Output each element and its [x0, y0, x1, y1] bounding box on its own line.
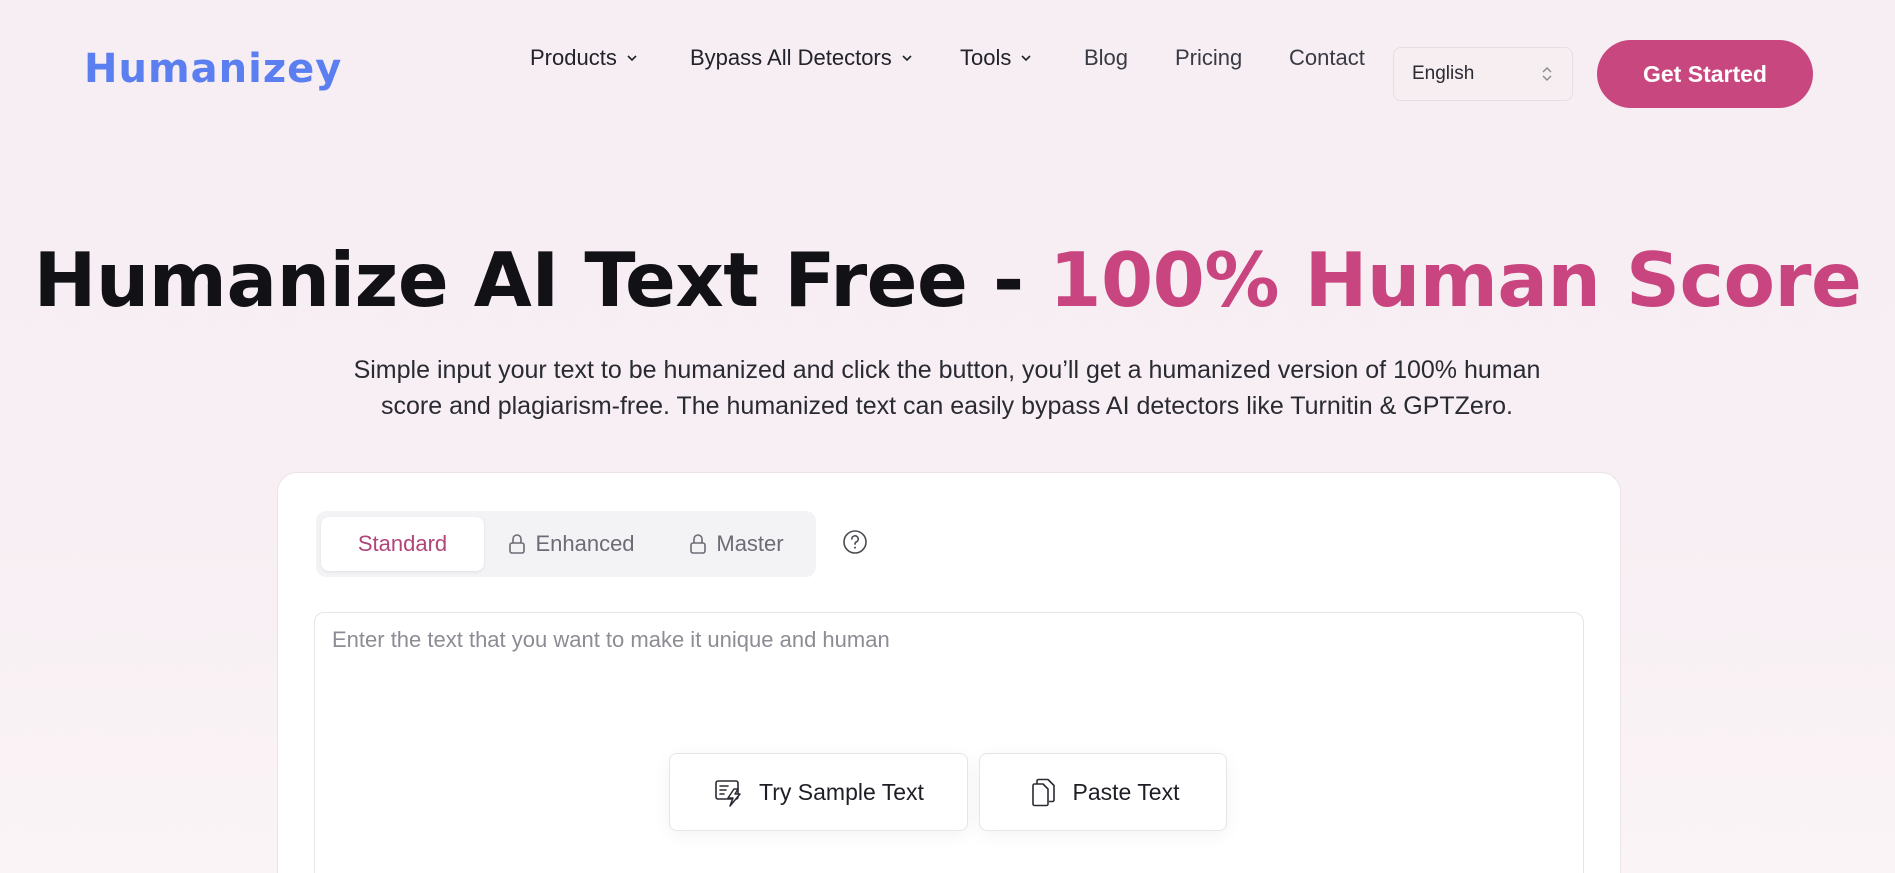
title-accent: 100% Human Score [1049, 236, 1862, 324]
mode-tabs: Standard Enhanced Master [316, 511, 816, 577]
logo[interactable]: Humanizey [84, 46, 342, 92]
tab-master[interactable]: Master [661, 517, 811, 571]
updown-chevron-icon [1542, 67, 1552, 81]
chevron-down-icon [902, 55, 912, 62]
chevron-down-icon [1021, 55, 1031, 62]
humanizer-card: Standard Enhanced Master Enter the text … [277, 472, 1621, 873]
language-select[interactable]: English [1393, 47, 1573, 101]
page-title: Humanize AI Text Free - 100% Human Score [0, 236, 1895, 324]
hero-subtitle: Simple input your text to be humanized a… [347, 352, 1547, 424]
title-main: Humanize AI Text Free - [33, 236, 1050, 324]
chevron-down-icon [627, 55, 637, 62]
nav-contact[interactable]: Contact [1289, 45, 1365, 71]
nav-bypass-detectors[interactable]: Bypass All Detectors [690, 45, 914, 71]
help-circle-icon[interactable] [842, 529, 868, 555]
tab-standard-label: Standard [357, 531, 448, 556]
nav-products-label: Products [530, 45, 617, 70]
nav-products[interactable]: Products [530, 45, 639, 71]
subtitle-line-2: score and plagiarism-free. The humanized… [380, 392, 1513, 420]
paste-text-button[interactable]: Paste Text [979, 753, 1227, 831]
try-sample-button[interactable]: Try Sample Text [669, 753, 968, 831]
sample-text-icon [715, 780, 741, 807]
tab-standard[interactable]: Standard [321, 517, 484, 571]
tab-enhanced-label: Enhanced [535, 531, 635, 556]
paste-text-label: Paste Text [1072, 778, 1180, 805]
try-sample-label: Try Sample Text [759, 778, 924, 805]
get-started-button[interactable]: Get Started [1597, 40, 1813, 108]
input-placeholder: Enter the text that you want to make it … [332, 627, 890, 652]
nav-tools-label: Tools [960, 45, 1012, 70]
tab-master-label: Master [716, 531, 784, 556]
lock-icon [509, 534, 526, 554]
lock-icon [690, 534, 707, 554]
tab-enhanced[interactable]: Enhanced [491, 517, 651, 571]
nav-blog[interactable]: Blog [1084, 45, 1128, 71]
copy-icon [1031, 778, 1055, 807]
nav-pricing[interactable]: Pricing [1175, 45, 1242, 71]
nav-tools[interactable]: Tools [960, 45, 1033, 71]
input-textarea[interactable]: Enter the text that you want to make it … [314, 612, 1584, 873]
language-value: English [1412, 63, 1475, 84]
site-header: Humanizey Products Bypass All Detectors … [0, 0, 1895, 150]
nav-bypass-label: Bypass All Detectors [690, 45, 892, 70]
subtitle-line-1: Simple input your text to be humanized a… [353, 356, 1541, 384]
